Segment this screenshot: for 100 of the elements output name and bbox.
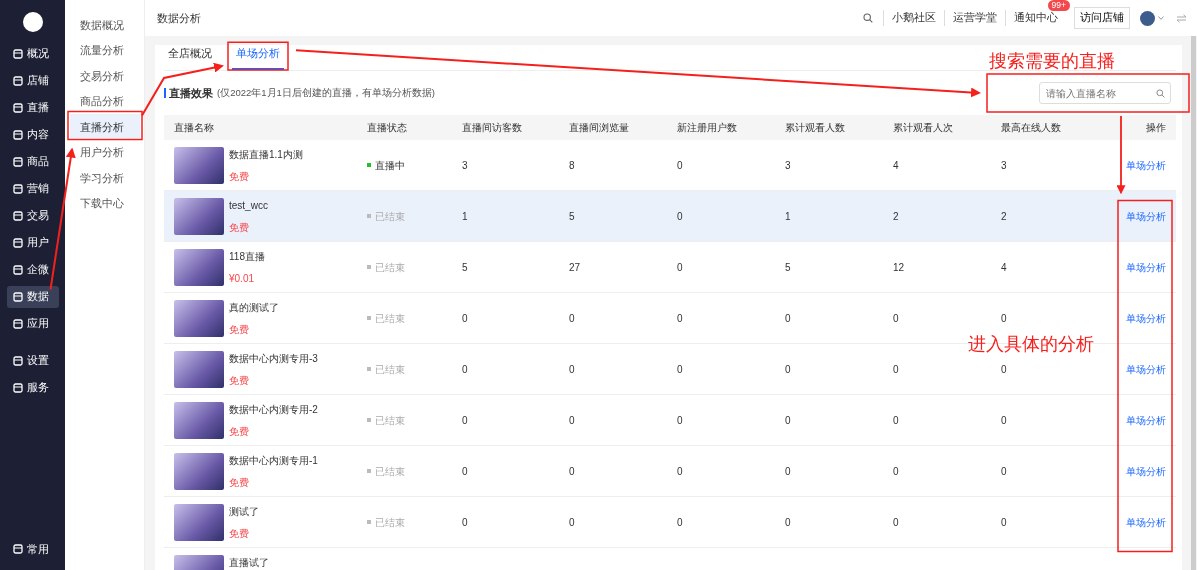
submenu-item[interactable]: 交易分析 — [70, 62, 140, 87]
price: 免费 — [229, 475, 250, 490]
analysis-link[interactable]: 单场分析 — [1126, 412, 1166, 428]
stream-name: 数据中心内测专用-2 — [229, 402, 318, 417]
sidebar-item[interactable]: 企微 — [6, 258, 59, 281]
analysis-link[interactable]: 单场分析 — [1126, 157, 1166, 173]
price: ¥0.01 — [229, 271, 256, 286]
sidebar-item[interactable]: 数据 — [6, 285, 59, 308]
table-row[interactable]: 直播试了 — [164, 548, 1176, 570]
swap-icon[interactable] — [1176, 13, 1187, 23]
column-header: 操作 — [1145, 121, 1167, 135]
table-cell-text: 0 — [568, 515, 575, 530]
analysis-link[interactable]: 单场分析 — [1126, 208, 1166, 224]
table-cell-text: 0 — [1000, 413, 1007, 428]
table-cell-text: 1 — [784, 209, 791, 224]
table-cell-text: 0 — [461, 311, 468, 326]
analysis-link[interactable]: 单场分析 — [1126, 463, 1166, 479]
notification-badge: 99+ — [1047, 0, 1070, 12]
table-cell-text: 5 — [461, 260, 468, 275]
stream-name: test_wcc — [229, 198, 268, 213]
table-row[interactable]: 测试了 免费 已结束 0 0 0 0 0 0 单场分析 — [164, 497, 1176, 548]
sidebar-item[interactable]: 交易 — [6, 204, 59, 227]
table-row[interactable]: 118直播 ¥0.01 已结束 5 27 0 5 12 4 单场分析 — [164, 242, 1176, 293]
visit-store-button[interactable]: 访问店铺 — [1074, 7, 1130, 29]
sidebar-item[interactable]: 用户 — [6, 231, 59, 254]
avatar[interactable] — [1140, 10, 1155, 26]
submenu-item[interactable]: 用户分析 — [70, 139, 140, 163]
status-text: 已结束 — [375, 209, 405, 224]
table-row[interactable]: 数据中心内测专用-2 免费 已结束 0 0 0 0 0 0 单场分析 — [164, 395, 1176, 446]
status-text: 已结束 — [375, 464, 405, 479]
sidebar-item[interactable]: 设置 — [6, 349, 59, 372]
table-cell-text: 5 — [784, 260, 791, 275]
sidebar-item[interactable]: 概况 — [6, 42, 59, 65]
price: 免费 — [229, 169, 250, 184]
sidebar-item[interactable]: 内容 — [6, 123, 59, 146]
sidebar-item[interactable]: 直播 — [6, 96, 59, 119]
stream-name: 真的测试了 — [229, 300, 279, 315]
stream-name: 直播试了 — [229, 555, 269, 570]
photo-placeholder — [174, 503, 224, 541]
table-cell-text: 0 — [676, 413, 683, 428]
analysis-link[interactable]: 单场分析 — [1126, 259, 1166, 275]
table-row[interactable]: test_wcc 免费 已结束 1 5 0 1 2 2 单场分析 — [164, 191, 1176, 242]
caret-icon[interactable] — [1158, 16, 1164, 20]
submenu-item[interactable]: 下载中心 — [70, 190, 140, 214]
status-text: 已结束 — [375, 413, 405, 428]
search-icon[interactable] — [1156, 89, 1165, 98]
analysis-link[interactable]: 单场分析 — [1126, 514, 1166, 530]
stream-name: 测试了 — [229, 504, 259, 519]
header-link[interactable]: 通知中心 — [1014, 10, 1058, 26]
table-cell-text: 0 — [568, 464, 575, 479]
table-cell-text: 4 — [892, 158, 899, 173]
highlight-frame — [227, 41, 289, 71]
table-cell-text: 0 — [461, 362, 468, 377]
submenu-item[interactable]: 流量分析 — [70, 37, 140, 61]
price: 免费 — [229, 424, 250, 439]
table-cell-text: 0 — [892, 413, 899, 428]
status-text: 直播中 — [375, 158, 405, 173]
square-icon — [12, 291, 23, 302]
submenu-item[interactable]: 商品分析 — [70, 88, 140, 112]
status-text: 已结束 — [375, 362, 405, 377]
square-icon — [12, 318, 23, 329]
header-link[interactable]: 运营学堂 — [953, 10, 997, 26]
scrollbar[interactable] — [1191, 36, 1196, 570]
table-row[interactable]: 数据中心内测专用-1 免费 已结束 0 0 0 0 0 0 单场分析 — [164, 446, 1176, 497]
table-cell-text: 0 — [676, 260, 683, 275]
table-cell-text: 1 — [461, 209, 468, 224]
square-icon — [12, 156, 23, 167]
photo-placeholder — [174, 452, 224, 490]
price: 免费 — [229, 322, 250, 337]
square-icon — [12, 382, 23, 393]
photo-placeholder — [174, 146, 224, 184]
stream-name: 数据直播1.1内测 — [229, 147, 303, 162]
section-note: (仅2022年1月1日后创建的直播，有单场分析数据) — [217, 85, 436, 100]
sidebar-item[interactable]: 服务 — [6, 376, 59, 399]
logo-icon — [22, 12, 43, 32]
square-icon — [12, 75, 23, 86]
sidebar-item[interactable]: 常用 — [6, 538, 59, 560]
photo-placeholder — [174, 401, 224, 439]
header-link[interactable]: 小鹅社区 — [892, 10, 936, 26]
search-field[interactable]: 请输入直播名称 — [1039, 82, 1171, 104]
sidebar-item[interactable]: 应用 — [6, 312, 59, 335]
price: 免费 — [229, 220, 250, 235]
tab[interactable]: 全店概况 — [164, 46, 216, 70]
submenu-item[interactable]: 学习分析 — [70, 164, 140, 189]
table-cell-text: 0 — [676, 209, 683, 224]
analysis-link[interactable]: 单场分析 — [1126, 310, 1166, 326]
table-cell-text: 0 — [676, 464, 683, 479]
sidebar-item[interactable]: 商品 — [6, 150, 59, 173]
sidebar-item[interactable]: 营销 — [6, 177, 59, 200]
analysis-link[interactable]: 单场分析 — [1126, 361, 1166, 377]
annotation-text: 搜索需要的直播 — [989, 50, 1115, 73]
table-cell-text: 0 — [568, 413, 575, 428]
table-cell-text: 0 — [461, 413, 468, 428]
submenu-item[interactable]: 数据概况 — [70, 11, 140, 36]
sidebar-item[interactable]: 店铺 — [6, 69, 59, 92]
tab[interactable]: 单场分析 — [232, 46, 284, 70]
table-cell-text: 0 — [568, 362, 575, 377]
submenu-item[interactable]: 直播分析 — [70, 113, 140, 138]
table-cell-text: 0 — [568, 311, 575, 326]
search-icon[interactable] — [863, 13, 873, 23]
